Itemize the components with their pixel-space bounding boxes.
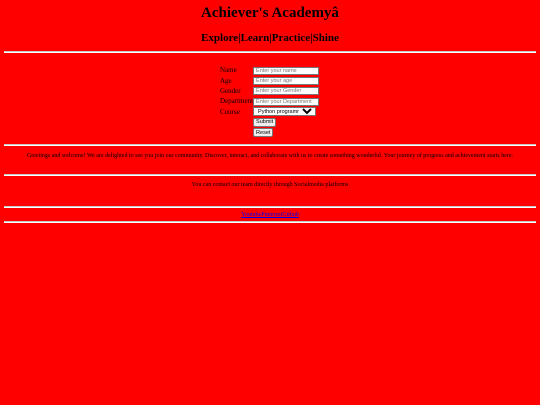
registration-form: Name Age Gender Department Course Python… — [220, 65, 320, 138]
gender-input[interactable] — [253, 87, 320, 96]
department-input[interactable] — [253, 97, 320, 106]
youtube-link[interactable]: Youtube — [241, 212, 261, 218]
reset-button[interactable]: Reset — [253, 128, 274, 138]
social-links: YoutubePinterestGithub — [0, 211, 540, 219]
age-label: Age — [220, 76, 232, 85]
divider — [4, 206, 536, 208]
divider — [4, 221, 536, 223]
divider — [4, 144, 536, 146]
page-tagline: Explore|Learn|Practice|Shine — [201, 32, 339, 44]
pinterest-link[interactable]: Pinterest — [261, 212, 282, 218]
github-link[interactable]: Github — [282, 212, 299, 218]
page-title: Achiever's Academyâ — [201, 5, 339, 21]
submit-button[interactable]: Submit — [253, 117, 277, 127]
course-select[interactable]: Python programming — [253, 107, 317, 117]
divider — [4, 51, 536, 53]
name-label: Name — [220, 66, 237, 75]
department-label: Department — [220, 97, 254, 106]
contact-text: You can contact our team directly throug… — [191, 182, 349, 188]
greeting-text: Greetings and welcome! We are delighted … — [26, 153, 514, 159]
divider — [4, 174, 536, 176]
name-input[interactable] — [253, 66, 320, 75]
course-label: Course — [220, 107, 240, 116]
age-input[interactable] — [253, 77, 320, 86]
gender-label: Gender — [220, 86, 241, 95]
